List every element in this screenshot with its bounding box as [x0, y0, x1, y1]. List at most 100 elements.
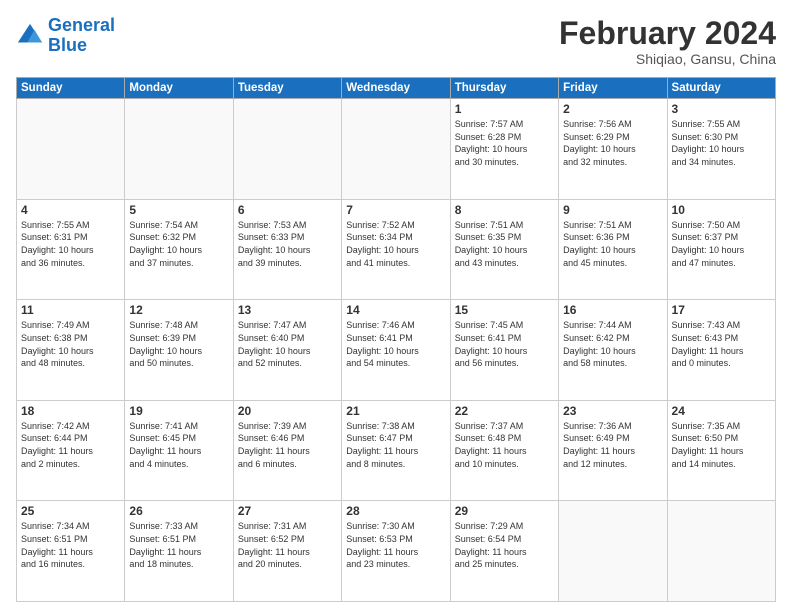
day-info: Sunrise: 7:31 AM Sunset: 6:52 PM Dayligh… — [238, 520, 337, 570]
calendar-cell: 28 Sunrise: 7:30 AM Sunset: 6:53 PM Dayli… — [342, 501, 450, 602]
logo: General Blue — [16, 16, 115, 56]
day-info: Sunrise: 7:53 AM Sunset: 6:33 PM Dayligh… — [238, 219, 337, 269]
day-info: Sunrise: 7:38 AM Sunset: 6:47 PM Dayligh… — [346, 420, 445, 470]
location-subtitle: Shiqiao, Gansu, China — [559, 51, 776, 67]
calendar-cell: 21 Sunrise: 7:38 AM Sunset: 6:47 PM Dayli… — [342, 400, 450, 501]
day-number: 20 — [238, 404, 337, 418]
weekday-header-row: SundayMondayTuesdayWednesdayThursdayFrid… — [17, 78, 776, 99]
day-number: 11 — [21, 303, 120, 317]
weekday-header-friday: Friday — [559, 78, 667, 99]
day-info: Sunrise: 7:55 AM Sunset: 6:31 PM Dayligh… — [21, 219, 120, 269]
day-number: 15 — [455, 303, 554, 317]
week-row-4: 18 Sunrise: 7:42 AM Sunset: 6:44 PM Dayli… — [17, 400, 776, 501]
calendar-cell — [667, 501, 775, 602]
logo-line1: General — [48, 15, 115, 35]
calendar-cell — [233, 99, 341, 200]
calendar-cell: 3Sunrise: 7:55 AM Sunset: 6:30 PM Daylig… — [667, 99, 775, 200]
day-info: Sunrise: 7:34 AM Sunset: 6:51 PM Dayligh… — [21, 520, 120, 570]
weekday-header-sunday: Sunday — [17, 78, 125, 99]
day-number: 19 — [129, 404, 228, 418]
day-info: Sunrise: 7:49 AM Sunset: 6:38 PM Dayligh… — [21, 319, 120, 369]
week-row-2: 4 Sunrise: 7:55 AM Sunset: 6:31 PM Daylig… — [17, 199, 776, 300]
day-number: 9 — [563, 203, 662, 217]
day-info: Sunrise: 7:42 AM Sunset: 6:44 PM Dayligh… — [21, 420, 120, 470]
day-number: 1 — [455, 102, 554, 116]
day-number: 10 — [672, 203, 771, 217]
page: General Blue February 2024 Shiqiao, Gans… — [0, 0, 792, 612]
day-info: Sunrise: 7:56 AM Sunset: 6:29 PM Dayligh… — [563, 118, 662, 168]
day-number: 25 — [21, 504, 120, 518]
calendar-cell: 20 Sunrise: 7:39 AM Sunset: 6:46 PM Dayli… — [233, 400, 341, 501]
weekday-header-monday: Monday — [125, 78, 233, 99]
month-title: February 2024 — [559, 16, 776, 51]
calendar-cell: 22 Sunrise: 7:37 AM Sunset: 6:48 PM Dayli… — [450, 400, 558, 501]
title-block: February 2024 Shiqiao, Gansu, China — [559, 16, 776, 67]
calendar-cell: 7 Sunrise: 7:52 AM Sunset: 6:34 PM Daylig… — [342, 199, 450, 300]
calendar-cell: 27 Sunrise: 7:31 AM Sunset: 6:52 PM Dayli… — [233, 501, 341, 602]
header: General Blue February 2024 Shiqiao, Gans… — [16, 16, 776, 67]
week-row-5: 25 Sunrise: 7:34 AM Sunset: 6:51 PM Dayli… — [17, 501, 776, 602]
day-info: Sunrise: 7:39 AM Sunset: 6:46 PM Dayligh… — [238, 420, 337, 470]
day-info: Sunrise: 7:47 AM Sunset: 6:40 PM Dayligh… — [238, 319, 337, 369]
calendar-table: SundayMondayTuesdayWednesdayThursdayFrid… — [16, 77, 776, 602]
calendar-cell: 26Sunrise: 7:33 AM Sunset: 6:51 PM Dayli… — [125, 501, 233, 602]
day-number: 21 — [346, 404, 445, 418]
logo-text: General Blue — [48, 16, 115, 56]
weekday-header-wednesday: Wednesday — [342, 78, 450, 99]
day-number: 7 — [346, 203, 445, 217]
day-info: Sunrise: 7:52 AM Sunset: 6:34 PM Dayligh… — [346, 219, 445, 269]
day-number: 6 — [238, 203, 337, 217]
day-number: 5 — [129, 203, 228, 217]
day-number: 22 — [455, 404, 554, 418]
week-row-3: 11 Sunrise: 7:49 AM Sunset: 6:38 PM Dayli… — [17, 300, 776, 401]
calendar-cell: 15 Sunrise: 7:45 AM Sunset: 6:41 PM Dayli… — [450, 300, 558, 401]
weekday-header-thursday: Thursday — [450, 78, 558, 99]
day-info: Sunrise: 7:33 AM Sunset: 6:51 PM Dayligh… — [129, 520, 228, 570]
calendar-cell: 6 Sunrise: 7:53 AM Sunset: 6:33 PM Daylig… — [233, 199, 341, 300]
day-number: 13 — [238, 303, 337, 317]
calendar-cell: 13 Sunrise: 7:47 AM Sunset: 6:40 PM Dayli… — [233, 300, 341, 401]
day-info: Sunrise: 7:45 AM Sunset: 6:41 PM Dayligh… — [455, 319, 554, 369]
day-number: 8 — [455, 203, 554, 217]
day-info: Sunrise: 7:44 AM Sunset: 6:42 PM Dayligh… — [563, 319, 662, 369]
calendar-cell: 8Sunrise: 7:51 AM Sunset: 6:35 PM Daylig… — [450, 199, 558, 300]
calendar-cell — [17, 99, 125, 200]
day-info: Sunrise: 7:43 AM Sunset: 6:43 PM Dayligh… — [672, 319, 771, 369]
logo-line2: Blue — [48, 36, 115, 56]
calendar-cell — [125, 99, 233, 200]
day-number: 2 — [563, 102, 662, 116]
day-number: 27 — [238, 504, 337, 518]
day-info: Sunrise: 7:50 AM Sunset: 6:37 PM Dayligh… — [672, 219, 771, 269]
day-info: Sunrise: 7:57 AM Sunset: 6:28 PM Dayligh… — [455, 118, 554, 168]
day-info: Sunrise: 7:36 AM Sunset: 6:49 PM Dayligh… — [563, 420, 662, 470]
day-number: 23 — [563, 404, 662, 418]
calendar-cell: 9Sunrise: 7:51 AM Sunset: 6:36 PM Daylig… — [559, 199, 667, 300]
calendar-cell: 10 Sunrise: 7:50 AM Sunset: 6:37 PM Dayli… — [667, 199, 775, 300]
calendar-cell: 12Sunrise: 7:48 AM Sunset: 6:39 PM Dayli… — [125, 300, 233, 401]
calendar-cell: 4 Sunrise: 7:55 AM Sunset: 6:31 PM Daylig… — [17, 199, 125, 300]
day-info: Sunrise: 7:29 AM Sunset: 6:54 PM Dayligh… — [455, 520, 554, 570]
calendar-cell: 17Sunrise: 7:43 AM Sunset: 6:43 PM Dayli… — [667, 300, 775, 401]
calendar-cell: 23 Sunrise: 7:36 AM Sunset: 6:49 PM Dayli… — [559, 400, 667, 501]
weekday-header-tuesday: Tuesday — [233, 78, 341, 99]
day-number: 24 — [672, 404, 771, 418]
day-number: 14 — [346, 303, 445, 317]
calendar-cell: 25 Sunrise: 7:34 AM Sunset: 6:51 PM Dayli… — [17, 501, 125, 602]
calendar-cell: 1 Sunrise: 7:57 AM Sunset: 6:28 PM Daylig… — [450, 99, 558, 200]
day-number: 4 — [21, 203, 120, 217]
day-number: 28 — [346, 504, 445, 518]
day-number: 18 — [21, 404, 120, 418]
day-info: Sunrise: 7:37 AM Sunset: 6:48 PM Dayligh… — [455, 420, 554, 470]
calendar-cell: 16Sunrise: 7:44 AM Sunset: 6:42 PM Dayli… — [559, 300, 667, 401]
day-info: Sunrise: 7:54 AM Sunset: 6:32 PM Dayligh… — [129, 219, 228, 269]
day-info: Sunrise: 7:41 AM Sunset: 6:45 PM Dayligh… — [129, 420, 228, 470]
calendar-cell: 29Sunrise: 7:29 AM Sunset: 6:54 PM Dayli… — [450, 501, 558, 602]
calendar-cell — [342, 99, 450, 200]
calendar-cell: 5 Sunrise: 7:54 AM Sunset: 6:32 PM Daylig… — [125, 199, 233, 300]
calendar-cell: 11 Sunrise: 7:49 AM Sunset: 6:38 PM Dayli… — [17, 300, 125, 401]
logo-icon — [16, 22, 44, 50]
calendar-cell — [559, 501, 667, 602]
day-info: Sunrise: 7:30 AM Sunset: 6:53 PM Dayligh… — [346, 520, 445, 570]
calendar-cell: 24Sunrise: 7:35 AM Sunset: 6:50 PM Dayli… — [667, 400, 775, 501]
calendar-cell: 2 Sunrise: 7:56 AM Sunset: 6:29 PM Daylig… — [559, 99, 667, 200]
